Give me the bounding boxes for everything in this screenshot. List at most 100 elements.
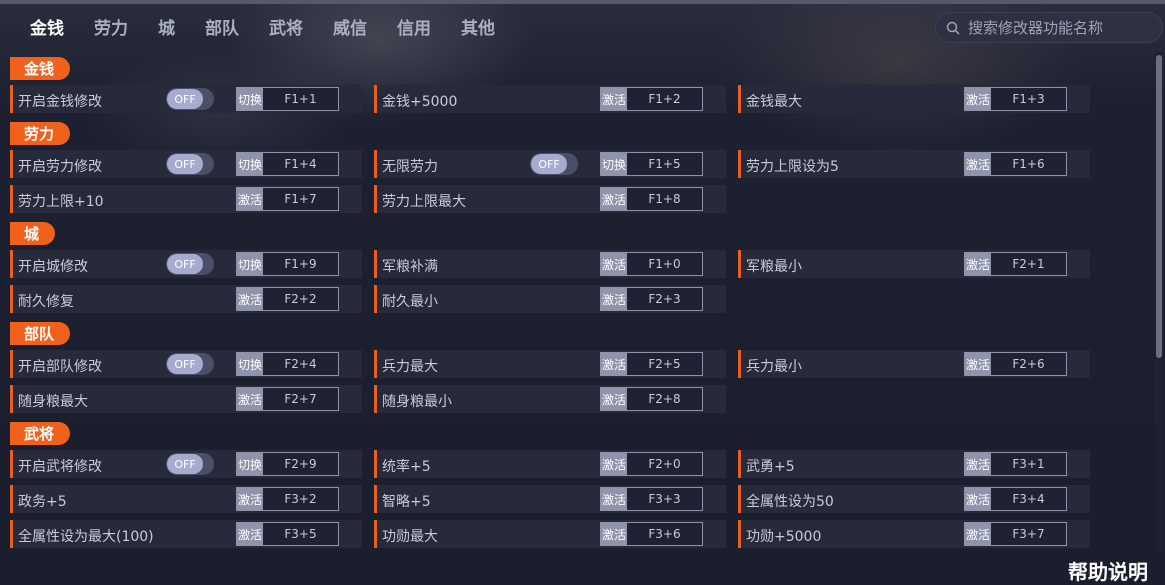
cheat-label: 军粮补满 (382, 259, 438, 275)
activate-button[interactable]: 激活 (965, 253, 991, 275)
toggle-switch[interactable]: OFF (166, 353, 214, 375)
cheat-row: 劳力上限设为5 激活 F1+6 (738, 150, 1090, 178)
hotkey-field[interactable]: F2+9 (263, 453, 338, 475)
toggle-switch[interactable]: OFF (166, 88, 214, 110)
cheat-row: 开启部队修改 OFF 切换 F2+4 (10, 350, 362, 378)
activate-button[interactable]: 切换 (237, 153, 263, 175)
section-header: 金钱 (10, 57, 71, 80)
toggle-state: OFF (167, 89, 203, 109)
cheat-row: 统率+5 激活 F2+0 (374, 450, 726, 478)
cheat-label: 开启武将修改 (18, 459, 102, 475)
cheat-row: 智略+5 激活 F3+3 (374, 485, 726, 513)
hotkey-group: 激活 F3+3 (600, 487, 703, 511)
hotkey-field[interactable]: F1+6 (991, 153, 1066, 175)
hotkey-group: 激活 F1+2 (600, 87, 703, 111)
cheat-row: 功勋最大 激活 F3+6 (374, 520, 726, 548)
toggle-switch[interactable]: OFF (166, 253, 214, 275)
hotkey-field[interactable]: F1+1 (263, 88, 338, 110)
activate-button[interactable]: 激活 (237, 288, 263, 310)
activate-button[interactable]: 激活 (601, 353, 627, 375)
cheat-label: 劳力上限+10 (18, 194, 104, 210)
activate-button[interactable]: 激活 (237, 488, 263, 510)
cheat-list: 金钱 开启金钱修改 OFF 切换 F1+1 金钱+5000 激活 F1+2 金钱最大 激活 F1+3… (0, 0, 1150, 585)
hotkey-group: 切换 F1+4 (236, 152, 339, 176)
hotkey-group: 激活 F3+1 (964, 452, 1067, 476)
help-button[interactable]: 帮助说明 (1068, 556, 1148, 585)
hotkey-field[interactable]: F1+4 (263, 153, 338, 175)
activate-button[interactable]: 激活 (965, 353, 991, 375)
activate-button[interactable]: 激活 (601, 453, 627, 475)
hotkey-field[interactable]: F3+4 (991, 488, 1066, 510)
hotkey-field[interactable]: F1+7 (263, 188, 338, 210)
cheat-row: 劳力上限最大 激活 F1+8 (374, 185, 726, 213)
activate-button[interactable]: 切换 (237, 253, 263, 275)
hotkey-field[interactable]: F3+6 (627, 523, 702, 545)
hotkey-group: 激活 F1+0 (600, 252, 703, 276)
activate-button[interactable]: 激活 (965, 523, 991, 545)
activate-button[interactable]: 激活 (601, 253, 627, 275)
hotkey-group: 切换 F1+5 (600, 152, 703, 176)
activate-button[interactable]: 切换 (237, 353, 263, 375)
hotkey-field[interactable]: F3+2 (263, 488, 338, 510)
hotkey-group: 激活 F1+3 (964, 87, 1067, 111)
hotkey-field[interactable]: F2+1 (991, 253, 1066, 275)
activate-button[interactable]: 激活 (237, 188, 263, 210)
activate-button[interactable]: 激活 (601, 388, 627, 410)
hotkey-field[interactable]: F1+0 (627, 253, 702, 275)
hotkey-group: 激活 F3+4 (964, 487, 1067, 511)
activate-button[interactable]: 激活 (965, 488, 991, 510)
activate-button[interactable]: 激活 (965, 153, 991, 175)
hotkey-field[interactable]: F3+1 (991, 453, 1066, 475)
hotkey-field[interactable]: F2+2 (263, 288, 338, 310)
activate-button[interactable]: 激活 (965, 453, 991, 475)
toggle-state: OFF (167, 454, 203, 474)
cheat-label: 全属性设为50 (746, 494, 834, 510)
cheat-label: 开启劳力修改 (18, 159, 102, 175)
cheat-label: 耐久修复 (18, 294, 74, 310)
hotkey-field[interactable]: F3+5 (263, 523, 338, 545)
cheat-row: 开启劳力修改 OFF 切换 F1+4 (10, 150, 362, 178)
hotkey-group: 激活 F3+5 (236, 522, 339, 546)
scrollbar-thumb[interactable] (1156, 55, 1162, 358)
toggle-switch[interactable]: OFF (166, 453, 214, 475)
hotkey-field[interactable]: F3+3 (627, 488, 702, 510)
toggle-switch[interactable]: OFF (166, 153, 214, 175)
hotkey-group: 激活 F2+5 (600, 352, 703, 376)
activate-button[interactable]: 激活 (237, 523, 263, 545)
activate-button[interactable]: 激活 (601, 88, 627, 110)
activate-button[interactable]: 激活 (965, 88, 991, 110)
hotkey-field[interactable]: F1+5 (627, 153, 702, 175)
activate-button[interactable]: 切换 (237, 88, 263, 110)
cheat-label: 随身粮最小 (382, 394, 452, 410)
hotkey-field[interactable]: F2+3 (627, 288, 702, 310)
hotkey-group: 切换 F2+9 (236, 452, 339, 476)
toggle-state: OFF (167, 254, 203, 274)
hotkey-field[interactable]: F1+9 (263, 253, 338, 275)
cheat-row: 全属性设为50 激活 F3+4 (738, 485, 1090, 513)
hotkey-field[interactable]: F2+0 (627, 453, 702, 475)
activate-button[interactable]: 激活 (601, 288, 627, 310)
hotkey-field[interactable]: F1+3 (991, 88, 1066, 110)
hotkey-group: 激活 F1+6 (964, 152, 1067, 176)
activate-button[interactable]: 激活 (601, 488, 627, 510)
toggle-switch[interactable]: OFF (530, 153, 578, 175)
hotkey-field[interactable]: F2+8 (627, 388, 702, 410)
cheat-label: 功勋最大 (382, 529, 438, 545)
hotkey-field[interactable]: F2+4 (263, 353, 338, 375)
hotkey-field[interactable]: F1+2 (627, 88, 702, 110)
hotkey-field[interactable]: F2+6 (991, 353, 1066, 375)
activate-button[interactable]: 切换 (601, 153, 627, 175)
hotkey-field[interactable]: F1+8 (627, 188, 702, 210)
cheat-label: 智略+5 (382, 494, 431, 510)
hotkey-group: 激活 F2+2 (236, 287, 339, 311)
activate-button[interactable]: 激活 (601, 523, 627, 545)
cheat-label: 耐久最小 (382, 294, 438, 310)
hotkey-field[interactable]: F2+5 (627, 353, 702, 375)
hotkey-field[interactable]: F3+7 (991, 523, 1066, 545)
activate-button[interactable]: 切换 (237, 453, 263, 475)
cheat-label: 政务+5 (18, 494, 67, 510)
activate-button[interactable]: 激活 (601, 188, 627, 210)
activate-button[interactable]: 激活 (237, 388, 263, 410)
hotkey-group: 激活 F2+8 (600, 387, 703, 411)
hotkey-field[interactable]: F2+7 (263, 388, 338, 410)
